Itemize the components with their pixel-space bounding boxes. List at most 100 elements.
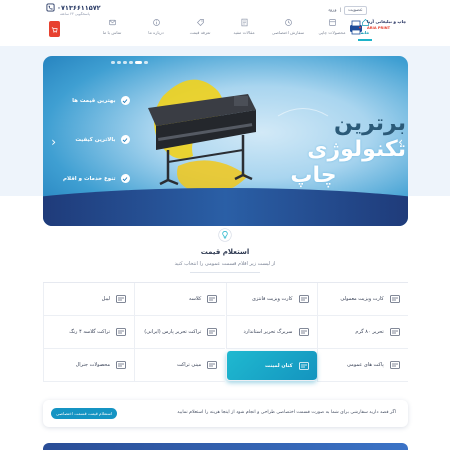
category-item[interactable]: کارت ویزیت فانتزی (225, 283, 317, 316)
flyer-icon (207, 328, 218, 336)
check-circle-icon (120, 174, 130, 183)
letter-icon (389, 328, 400, 336)
category-label: کارت ویزیت معمولی (340, 296, 384, 302)
nav-item-label: درباره ما (148, 30, 164, 35)
category-item[interactable]: پاکت های عمومی (316, 349, 408, 382)
login-link[interactable]: ورود (328, 8, 337, 13)
category-item[interactable]: تراکت گلاسه ۴ رنگ (43, 316, 134, 349)
label-icon (116, 295, 126, 303)
section-divider (190, 272, 260, 273)
slider-dot[interactable] (144, 61, 148, 64)
slider-prev-icon[interactable]: ‹ (48, 136, 56, 148)
fancy-card-icon (298, 295, 309, 303)
cart-button[interactable] (49, 21, 60, 37)
glossy-flyer-icon (116, 328, 126, 336)
nav-item-label: سفارش اختصاصی (271, 30, 305, 35)
next-section-strip (43, 443, 408, 450)
category-label: کلاسه (189, 296, 202, 302)
logo-name: چاپ و تبلیغاتی آریا (367, 19, 407, 24)
category-item[interactable]: لیبل (43, 283, 134, 316)
hero-title-line3: چاپ (290, 163, 337, 188)
category-label: کارت ویزیت فانتزی (251, 296, 293, 302)
business-card-icon (389, 295, 400, 303)
category-item[interactable]: تحریر ۸۰ گرم (316, 316, 408, 349)
hero-features: بهترین قیمت ها بالاترین کیفیت تنوع خدمات… (63, 96, 130, 183)
nav-item-label: محصولات چاپی (318, 30, 346, 35)
category-label: پاکت های عمومی (346, 362, 384, 368)
mini-flyer-icon (207, 361, 218, 369)
phone-icon (46, 3, 55, 12)
slider-dot[interactable] (111, 61, 115, 64)
bulb-icon (218, 228, 232, 242)
slider-dots (111, 61, 148, 64)
nav-item[interactable]: سفارش اختصاصی (266, 18, 310, 41)
check-circle-icon (120, 96, 130, 105)
site-logo[interactable]: چاپ و تبلیغاتی آریا ARIA PRINT (347, 18, 407, 36)
hero-wave (43, 188, 408, 226)
laminate-icon (298, 361, 309, 370)
custom-quote-banner: اگر قصد دارید سفارشی برای شما به صورت قس… (43, 400, 408, 427)
category-label: کتان لمینت (265, 362, 293, 369)
general-icon (116, 361, 126, 369)
hero-title: برترین تکنولوژی چاپ (221, 111, 406, 189)
category-item[interactable]: سربرگ تحریر استاندارد (225, 316, 317, 349)
check-circle-icon (120, 135, 130, 144)
slider-next-icon[interactable]: › (395, 136, 403, 148)
slider-dot[interactable] (117, 61, 121, 64)
nav-item-label: مقالات مفید (233, 30, 255, 35)
category-item[interactable]: مینی تراکت (134, 349, 226, 382)
hero-feature-label: تنوع خدمات و اقلام (63, 175, 116, 182)
hero-title-line1: برترین (334, 111, 406, 136)
slider-dot[interactable] (123, 61, 127, 64)
about-icon (152, 19, 160, 26)
category-label: تراکت تحریر پارس (ایرانی) (144, 329, 202, 335)
category-item[interactable]: کلاسه (134, 283, 226, 316)
hero-feature-label: بالاترین کیفیت (75, 136, 116, 143)
category-item[interactable]: تراکت تحریر پارس (ایرانی) (134, 316, 226, 349)
main-nav: خانه محصولات چاپی سفارش اختصاصی مقالات مفید… (90, 18, 376, 41)
category-label: مینی تراکت (176, 362, 202, 368)
custom-order-icon (284, 19, 292, 26)
section-subtitle: از لیست زیر اقلام قسمت عمومی را انتخاب ک… (174, 261, 276, 267)
slider-dot[interactable] (135, 61, 142, 64)
category-label: سربرگ تحریر استاندارد (243, 329, 293, 335)
nav-item-label: تماس با ما (102, 30, 122, 35)
category-label: تراکت گلاسه ۴ رنگ (69, 329, 110, 335)
hero-feature: تنوع خدمات و اقلام (63, 174, 130, 183)
category-item[interactable]: کتان لمینت (225, 351, 317, 381)
custom-quote-text: اگر قصد دارید سفارشی برای شما به صورت قس… (177, 410, 396, 415)
phone-number: ۰۷۱۳۶۶۱۱۵۷۲ (57, 3, 101, 12)
site-header: ۰۷۱۳۶۶۱۱۵۷۲ پاسخگویی ۲۴ ساعته خانه محصولا… (0, 0, 450, 46)
category-item[interactable]: کارت ویزیت معمولی (316, 283, 408, 316)
nav-item[interactable]: تعرفه قیمت (178, 18, 222, 41)
nav-item[interactable]: مقالات مفید (222, 18, 266, 41)
category-label: تحریر ۸۰ گرم (355, 329, 384, 335)
hero-feature: بهترین قیمت ها (63, 96, 130, 105)
hero-title-line2: تکنولوژی (307, 137, 406, 162)
letterhead-icon (298, 328, 309, 336)
phone-subtext: پاسخگویی ۲۴ ساعته (60, 12, 90, 16)
envelope-icon (389, 361, 400, 369)
articles-icon (241, 18, 247, 27)
nav-item-label: تعرفه قیمت (189, 30, 211, 35)
section-title: استعلام قیمت (200, 248, 250, 256)
slider-dot[interactable] (129, 61, 133, 64)
category-label: لیبل (101, 296, 110, 302)
category-label: محصولات جنرال (75, 362, 110, 368)
nav-item[interactable]: درباره ما (134, 18, 178, 41)
category-item[interactable]: محصولات جنرال (43, 349, 134, 382)
hero-feature-label: بهترین قیمت ها (72, 97, 116, 104)
nav-item[interactable]: تماس با ما (90, 18, 134, 41)
printer-logo-icon (350, 20, 362, 35)
category-grid: کارت ویزیت معمولی کارت ویزیت فانتزی کلاسه ل… (43, 282, 408, 382)
register-link[interactable]: عضویت (344, 6, 367, 15)
cart-icon (51, 26, 58, 33)
folder-icon (207, 295, 218, 303)
custom-quote-button[interactable]: استعلام قیمت قسمت اختصاصی (51, 408, 118, 419)
price-icon (196, 19, 204, 26)
hero-feature: بالاترین کیفیت (63, 135, 130, 144)
logo-name-en: ARIA PRINT (367, 26, 391, 30)
auth-links: عضویت | ورود (328, 6, 367, 15)
products-icon (328, 19, 336, 26)
phone-contact[interactable]: ۰۷۱۳۶۶۱۱۵۷۲ پاسخگویی ۲۴ ساعته (46, 3, 101, 16)
